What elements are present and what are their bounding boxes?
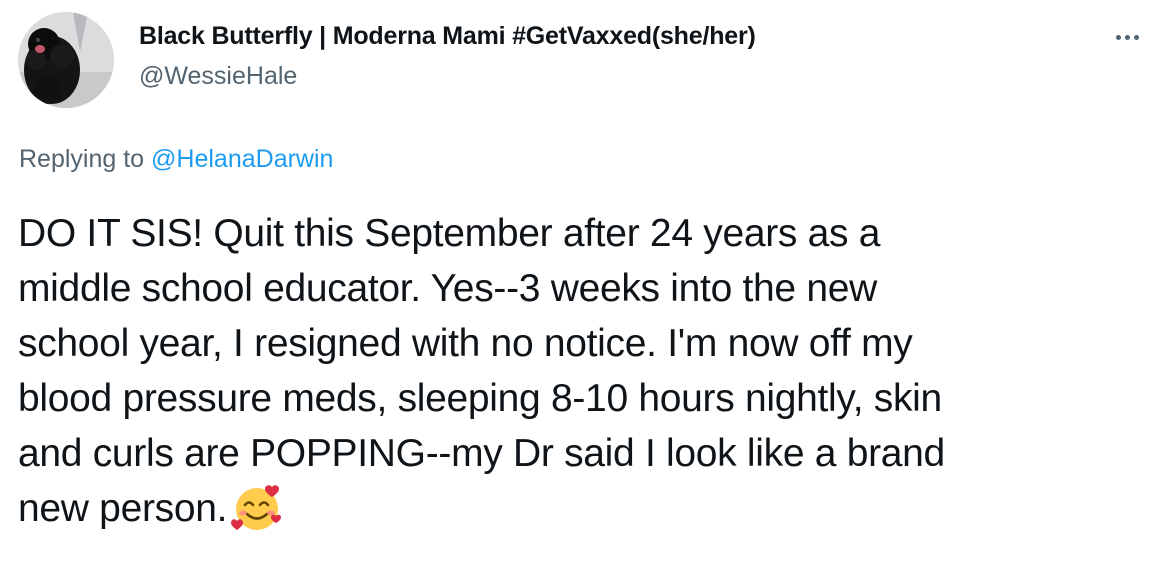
- smiling-face-with-hearts-icon: [229, 483, 283, 548]
- dot: [1115, 34, 1121, 40]
- tweet-text: DO IT SIS! Quit this September after 24 …: [18, 206, 1138, 548]
- dot: [1133, 34, 1139, 40]
- replying-to-line: Replying to @HelanaDarwin: [19, 145, 333, 174]
- author-display-name[interactable]: Black Butterfly | Moderna Mami #GetVaxxe…: [139, 22, 756, 51]
- replying-to-label: Replying to: [19, 145, 152, 173]
- tweet-card[interactable]: Black Butterfly | Moderna Mami #GetVaxxe…: [0, 0, 1152, 566]
- tweet-text-line: school year, I resigned with no notice. …: [18, 322, 913, 365]
- tweet-text-line: middle school educator. Yes--3 weeks int…: [18, 267, 877, 310]
- more-options-icon[interactable]: [1110, 22, 1144, 52]
- tweet-text-line: DO IT SIS! Quit this September after 24 …: [18, 212, 881, 255]
- dot: [1124, 34, 1130, 40]
- mention-link[interactable]: @HelanaDarwin: [151, 145, 333, 173]
- dog-avatar-icon[interactable]: [18, 12, 114, 108]
- tweet-text-line: and curls are POPPING--my Dr said I look…: [18, 432, 945, 475]
- tweet-text-line: blood pressure meds, sleeping 8-10 hours…: [18, 377, 942, 420]
- tweet-text-last-line: new person.: [18, 481, 1138, 548]
- tweet-text-line: new person.: [18, 487, 228, 530]
- author-handle[interactable]: @WessieHale: [139, 62, 297, 91]
